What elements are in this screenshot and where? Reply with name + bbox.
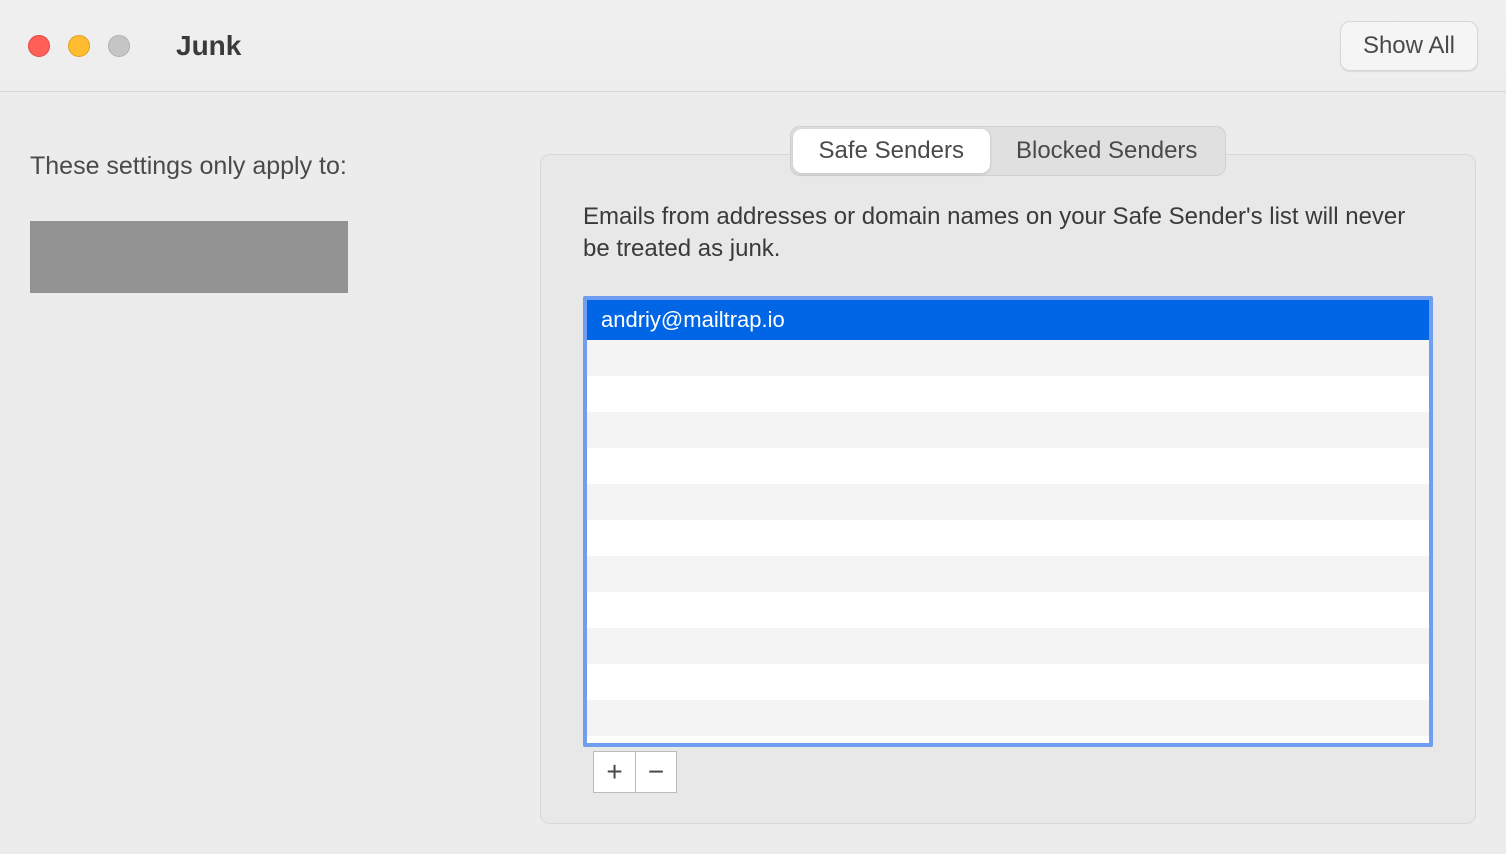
list-item-email: andriy@mailtrap.io	[601, 307, 785, 333]
tab-blocked-senders[interactable]: Blocked Senders	[990, 129, 1223, 173]
list-item-empty[interactable]	[587, 700, 1429, 736]
list-item-empty[interactable]	[587, 484, 1429, 520]
list-item-empty[interactable]	[587, 376, 1429, 412]
sender-list[interactable]: andriy@mailtrap.io	[583, 296, 1433, 747]
panel-description: Emails from addresses or domain names on…	[583, 201, 1433, 266]
titlebar: Junk Show All	[0, 0, 1506, 92]
list-item-empty[interactable]	[587, 412, 1429, 448]
list-item[interactable]: andriy@mailtrap.io	[587, 300, 1429, 340]
add-sender-button[interactable]: +	[593, 751, 635, 793]
right-panel: Safe Senders Blocked Senders Emails from…	[540, 132, 1476, 824]
tab-safe-senders[interactable]: Safe Senders	[793, 129, 990, 173]
plus-icon: +	[606, 756, 622, 788]
tabs: Safe Senders Blocked Senders	[790, 126, 1227, 176]
left-panel: These settings only apply to:	[30, 132, 530, 824]
content-area: These settings only apply to: Safe Sende…	[0, 92, 1506, 854]
close-window-icon[interactable]	[28, 35, 50, 57]
minimize-window-icon[interactable]	[68, 35, 90, 57]
show-all-button[interactable]: Show All	[1340, 21, 1478, 71]
window-title: Junk	[176, 30, 241, 62]
minus-icon: −	[648, 756, 664, 788]
tabs-container: Safe Senders Blocked Senders	[540, 126, 1476, 176]
traffic-lights	[28, 35, 130, 57]
remove-sender-button[interactable]: −	[635, 751, 677, 793]
list-item-empty[interactable]	[587, 520, 1429, 556]
list-item-empty[interactable]	[587, 556, 1429, 592]
apply-to-label: These settings only apply to:	[30, 152, 530, 181]
list-item-empty[interactable]	[587, 592, 1429, 628]
list-item-empty[interactable]	[587, 448, 1429, 484]
list-item-empty[interactable]	[587, 628, 1429, 664]
account-selector[interactable]	[30, 221, 348, 293]
maximize-window-icon[interactable]	[108, 35, 130, 57]
list-item-empty[interactable]	[587, 340, 1429, 376]
panel-body: Emails from addresses or domain names on…	[540, 154, 1476, 824]
list-buttons: + −	[593, 751, 1433, 793]
list-item-empty[interactable]	[587, 664, 1429, 700]
